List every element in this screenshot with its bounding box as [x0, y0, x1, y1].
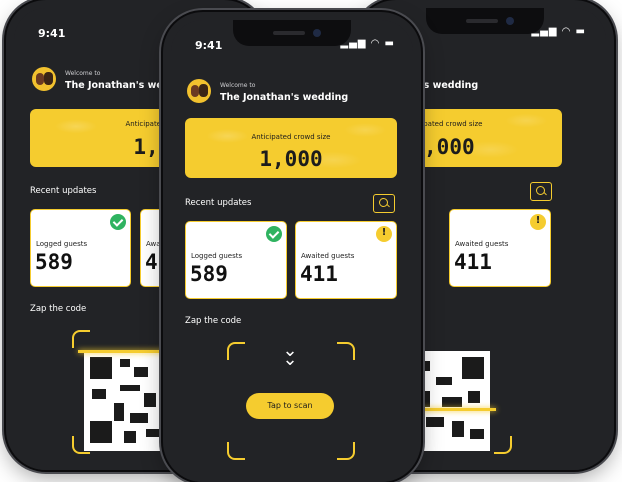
welcome-label: Welcome to	[65, 70, 101, 77]
stat-value: 411	[300, 262, 338, 286]
scan-frame-corner	[337, 342, 355, 360]
event-name: The Jonathan's wedding	[220, 92, 349, 103]
stat-label: Awaited guests	[455, 240, 509, 248]
scan-frame-corner	[227, 342, 245, 360]
scan-frame-corner	[337, 442, 355, 460]
recent-updates-title: Recent updates	[185, 198, 252, 208]
stat-value: 589	[190, 262, 228, 286]
warning-icon	[530, 214, 546, 230]
phone-center: 9:41 ▂▄▆ ◠ ▬ Welcome to The Jonathan's w…	[163, 12, 421, 482]
scan-line	[408, 408, 496, 411]
scan-frame-corner	[227, 442, 245, 460]
status-time: 9:41	[195, 39, 223, 52]
search-button[interactable]	[373, 194, 395, 213]
stat-value: 411	[454, 250, 492, 274]
double-chevron-down-icon: ⌄ ⌄	[282, 340, 298, 370]
stat-label: Logged guests	[36, 240, 88, 248]
stat-card-awaited[interactable]: Awaited guests 411	[295, 221, 397, 299]
tap-to-scan-button[interactable]: Tap to scan	[246, 393, 334, 419]
search-button[interactable]	[530, 182, 552, 201]
scan-frame-corner	[72, 330, 90, 348]
scan-title: Zap the code	[30, 304, 87, 314]
welcome-label: Welcome to	[220, 82, 256, 89]
crowd-label: Anticipated crowd size	[251, 133, 331, 141]
stat-value: 589	[35, 250, 73, 274]
recent-updates-title: Recent updates	[30, 186, 97, 196]
check-icon	[110, 214, 126, 230]
stat-label: Logged guests	[191, 252, 243, 260]
signal-wifi-battery-icon: ▂▄▆ ◠ ▬	[340, 38, 395, 49]
avatar	[187, 79, 211, 103]
screen: 9:41 ▂▄▆ ◠ ▬ Welcome to The Jonathan's w…	[171, 20, 413, 482]
notch	[426, 8, 544, 34]
crowd-card: Anticipated crowd size 1,000	[185, 118, 397, 178]
stat-card-logged[interactable]: Logged guests 589	[185, 221, 287, 299]
warning-icon	[376, 226, 392, 242]
avatar	[32, 67, 56, 91]
qr-code	[412, 351, 490, 451]
signal-wifi-battery-icon: ▂▄▆ ◠ ▬	[531, 26, 586, 37]
notch	[233, 20, 351, 46]
crowd-value: 1,000	[259, 147, 323, 171]
stat-label: Awaited guests	[301, 252, 355, 260]
qr-code	[84, 351, 174, 451]
scan-title: Zap the code	[185, 316, 242, 326]
status-time: 9:41	[38, 27, 66, 40]
stat-card-awaited[interactable]: Awaited guests 411	[449, 209, 551, 287]
stat-card-logged[interactable]: Logged guests 589	[30, 209, 131, 287]
scan-frame-corner	[494, 436, 512, 454]
check-icon	[266, 226, 282, 242]
